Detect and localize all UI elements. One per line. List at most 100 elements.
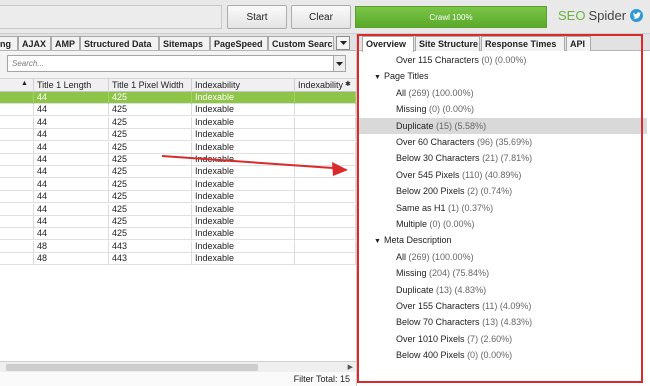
tab-structured-data[interactable]: Structured Data xyxy=(80,36,159,50)
table-cell xyxy=(295,191,356,204)
url-input[interactable] xyxy=(0,5,222,29)
table-cell: 425 xyxy=(109,178,192,191)
annotation-highlight-box xyxy=(357,34,643,383)
table-cell: Indexable xyxy=(192,240,295,253)
table-cell xyxy=(295,253,356,266)
clear-button[interactable]: Clear xyxy=(291,5,351,29)
table-row[interactable]: 44 425 Indexable xyxy=(0,116,356,129)
table-cell: 425 xyxy=(109,141,192,154)
table-cell xyxy=(0,216,34,228)
table-cell: 425 xyxy=(109,154,192,166)
table-cell: 44 xyxy=(34,228,109,241)
table-cell: 44 xyxy=(34,178,109,191)
column-header-url[interactable]: ▲ xyxy=(0,79,34,93)
brand-spider-text: Spider xyxy=(588,8,627,23)
scrollbar-thumb[interactable] xyxy=(6,364,258,371)
table-cell xyxy=(295,228,356,241)
twitter-icon[interactable] xyxy=(630,9,644,22)
top-toolbar: Start Clear Crawl 100% SEO Spider xyxy=(0,0,650,34)
table-cell xyxy=(295,116,356,129)
tab-amp[interactable]: AMP xyxy=(51,36,80,50)
table-cell xyxy=(0,191,34,204)
tab-overflow-dropdown[interactable] xyxy=(336,36,350,50)
grid-footer: Filter Total: 15 xyxy=(0,372,356,386)
table-cell xyxy=(0,166,34,179)
table-cell xyxy=(0,228,34,241)
tab-ng[interactable]: ng xyxy=(0,36,18,50)
table-cell xyxy=(0,253,34,266)
column-header-indexability[interactable]: Indexability xyxy=(192,79,295,93)
scroll-right-icon[interactable]: ▶ xyxy=(348,363,353,371)
table-cell xyxy=(0,104,34,117)
search-row: Search... xyxy=(0,51,356,81)
table-row[interactable]: 44 425 Indexable xyxy=(0,191,356,204)
table-cell: 44 xyxy=(34,203,109,216)
table-row[interactable]: 44 425 Indexable xyxy=(0,141,356,154)
table-row[interactable]: 48 443 Indexable xyxy=(0,240,356,253)
table-cell xyxy=(295,154,356,166)
table-row[interactable]: 44 425 Indexable xyxy=(0,216,356,228)
start-button[interactable]: Start xyxy=(227,5,287,29)
table-row[interactable]: 44 425 Indexable xyxy=(0,104,356,117)
filter-total-value: 15 xyxy=(339,374,350,384)
column-header-indexability-status[interactable]: Indexability ✱ xyxy=(295,79,356,93)
table-cell: Indexable xyxy=(192,141,295,154)
table-row[interactable]: 44 425 Indexable xyxy=(0,228,356,241)
brand-seo-text: SEO xyxy=(558,8,586,23)
table-cell xyxy=(0,129,34,142)
table-cell xyxy=(295,216,356,228)
table-cell xyxy=(295,178,356,191)
table-cell: 425 xyxy=(109,228,192,241)
table-cell: Indexable xyxy=(192,116,295,129)
search-input[interactable]: Search... xyxy=(7,55,341,72)
table-cell: 425 xyxy=(109,116,192,129)
table-cell xyxy=(0,141,34,154)
table-row[interactable]: 44 425 Indexable xyxy=(0,129,356,142)
tab-ajax[interactable]: AJAX xyxy=(18,36,51,50)
table-cell xyxy=(0,154,34,166)
table-cell xyxy=(295,240,356,253)
table-cell: Indexable xyxy=(192,228,295,241)
table-cell: Indexable xyxy=(192,253,295,266)
table-cell xyxy=(295,203,356,216)
table-cell: 48 xyxy=(34,253,109,266)
table-cell: Indexable xyxy=(192,178,295,191)
table-cell: Indexable xyxy=(192,191,295,204)
table-cell xyxy=(295,92,356,104)
tab-custom-searc[interactable]: Custom Searc xyxy=(268,36,334,50)
left-tab-bar: ng AJAX AMP Structured Data Sitemaps PageSpee… xyxy=(0,34,356,51)
chevron-down-icon xyxy=(339,41,347,45)
chevron-down-icon xyxy=(336,61,343,66)
sort-asc-icon: ▲ xyxy=(21,80,28,87)
column-header-title-pixel-width[interactable]: Title 1 Pixel Width xyxy=(109,79,192,93)
table-cell xyxy=(0,178,34,191)
table-cell xyxy=(0,116,34,129)
table-cell: Indexable xyxy=(192,166,295,179)
horizontal-scrollbar[interactable]: ▶ xyxy=(0,361,356,372)
table-row[interactable]: 44 425 Indexable xyxy=(0,203,356,216)
table-cell: Indexable xyxy=(192,154,295,166)
table-cell: 44 xyxy=(34,166,109,179)
table-cell: Indexable xyxy=(192,203,295,216)
brand-logo: SEO Spider xyxy=(558,8,644,23)
table-cell: 44 xyxy=(34,129,109,142)
tab-sitemaps[interactable]: Sitemaps xyxy=(159,36,210,50)
table-cell: 425 xyxy=(109,92,192,104)
table-cell: 443 xyxy=(109,253,192,266)
table-cell: 44 xyxy=(34,104,109,117)
table-row[interactable]: 44 425 Indexable xyxy=(0,92,356,104)
column-header-indexability-status-label: Indexability xyxy=(298,80,344,90)
table-row[interactable]: 44 425 Indexable xyxy=(0,166,356,179)
table-row[interactable]: 44 425 Indexable xyxy=(0,178,356,191)
table-row[interactable]: 44 425 Indexable xyxy=(0,154,356,166)
table-cell: 48 xyxy=(34,240,109,253)
table-cell: Indexable xyxy=(192,92,295,104)
table-cell: Indexable xyxy=(192,216,295,228)
table-row[interactable]: 48 443 Indexable xyxy=(0,253,356,266)
table-cell xyxy=(295,129,356,142)
search-dropdown-button[interactable] xyxy=(333,55,346,72)
column-header-title-length[interactable]: Title 1 Length xyxy=(34,79,109,93)
tab-pagespeed[interactable]: PageSpeed xyxy=(210,36,268,50)
table-cell: 44 xyxy=(34,191,109,204)
table-cell: 425 xyxy=(109,166,192,179)
